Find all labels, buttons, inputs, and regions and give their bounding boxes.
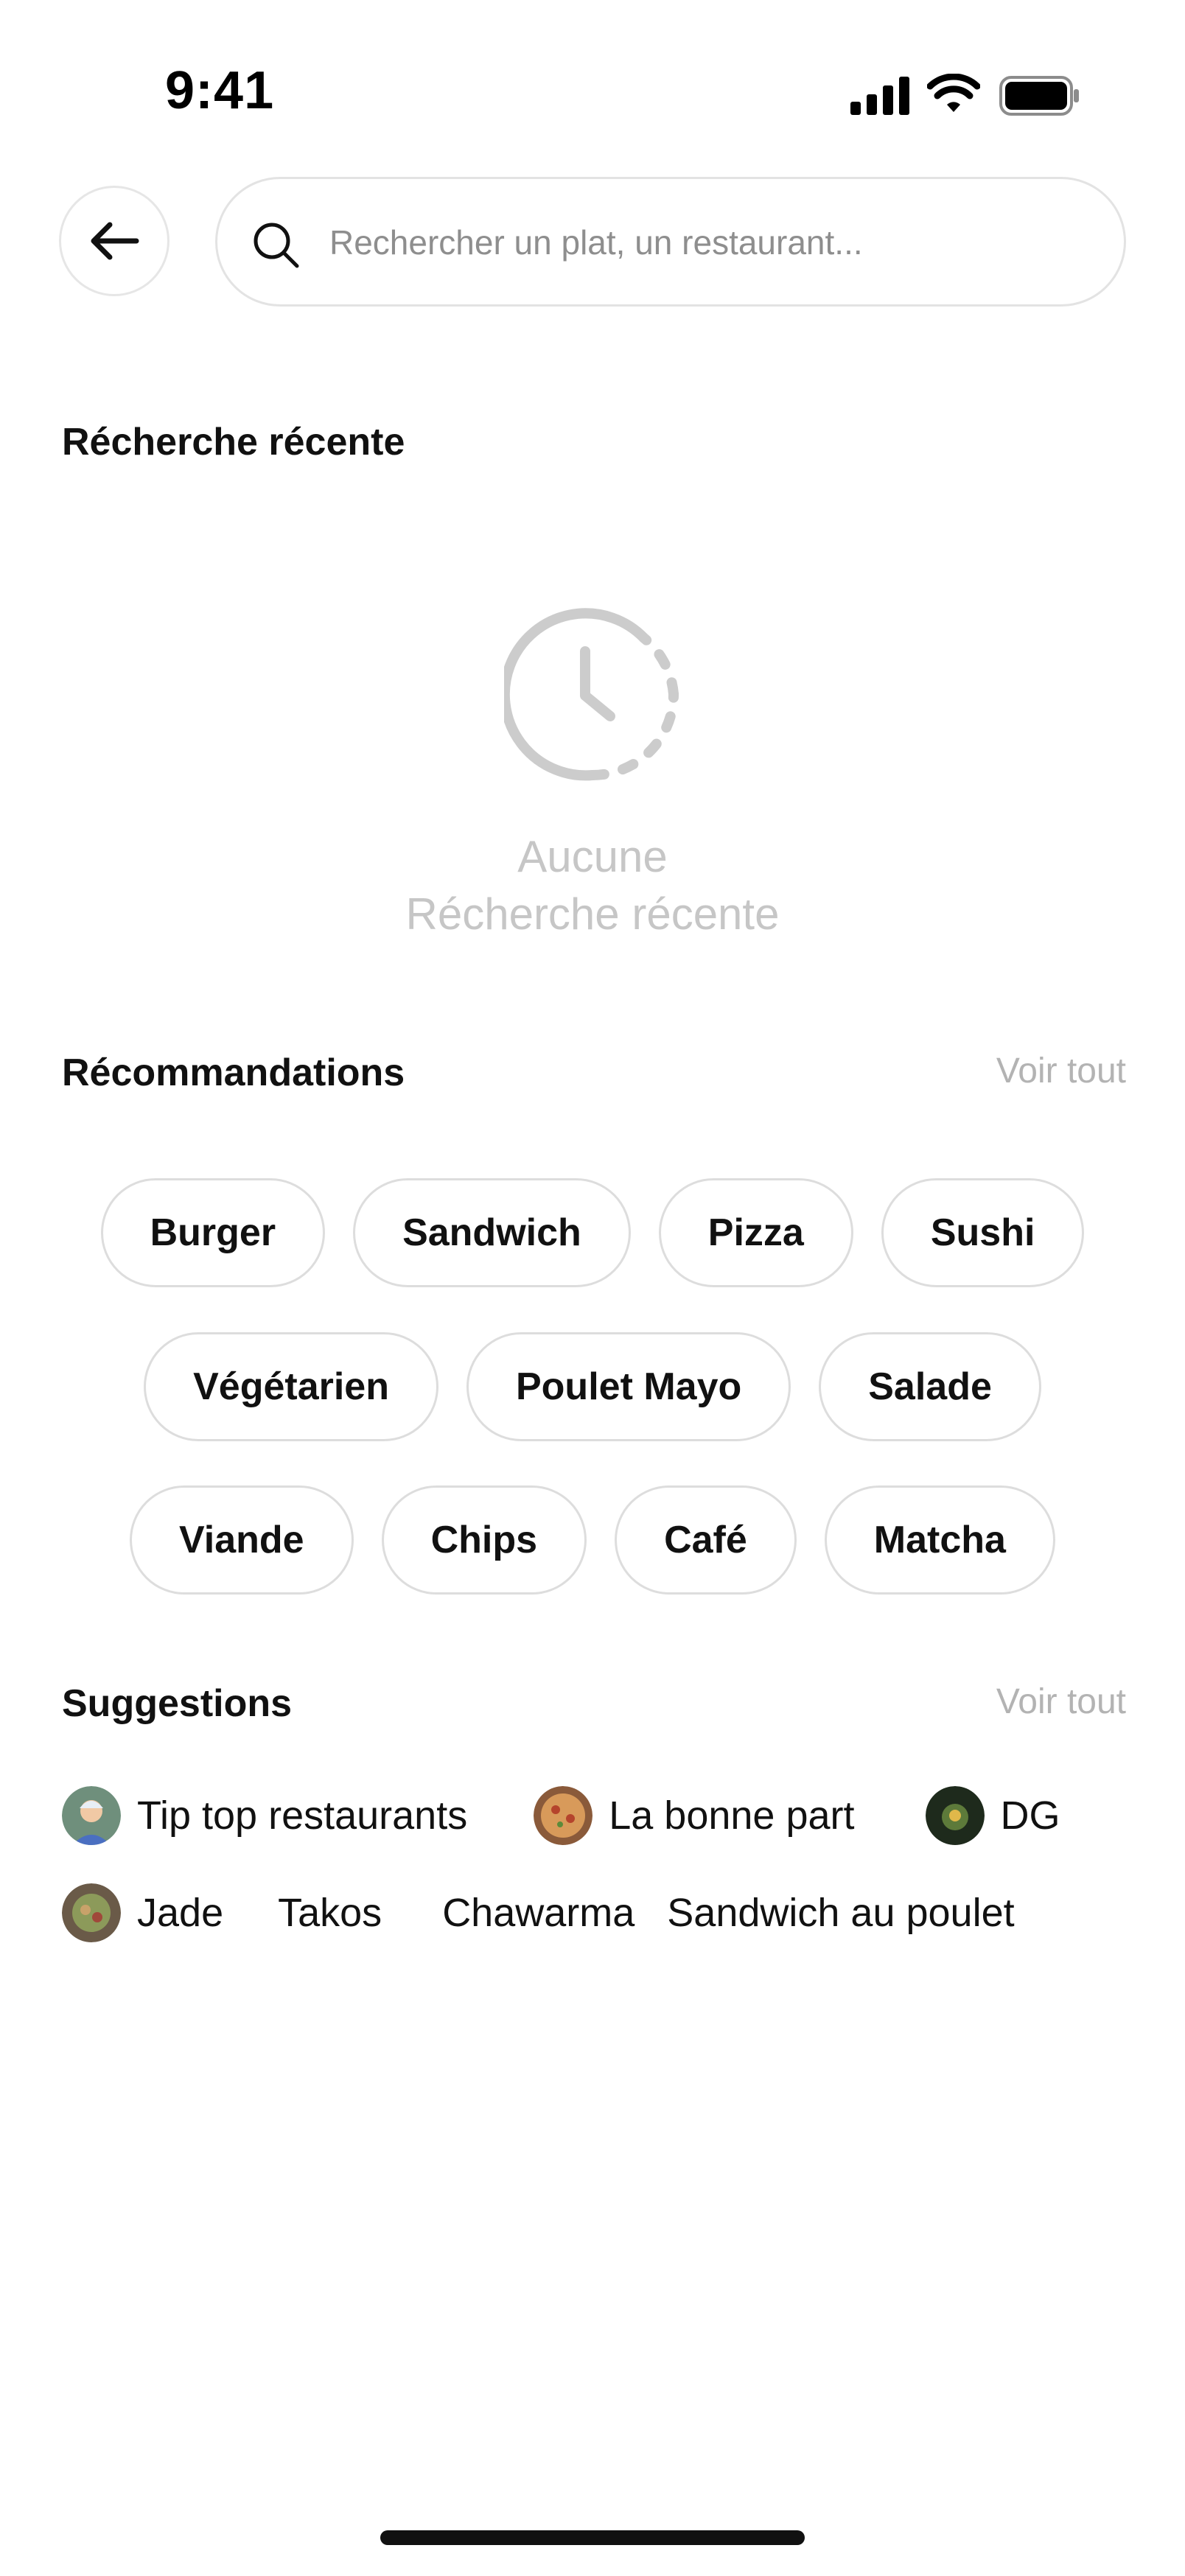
- suggestion-item[interactable]: Tip top restaurants: [62, 1786, 467, 1845]
- chip-row-3: Viande Chips Café Matcha: [0, 1485, 1185, 1595]
- suggestion-label: Sandwich au poulet: [667, 1891, 1015, 1935]
- search-icon: [254, 223, 299, 268]
- chip-viande[interactable]: Viande: [130, 1485, 354, 1595]
- user-avatar-icon: [62, 1786, 121, 1845]
- suggestion-item[interactable]: Takos: [278, 1890, 382, 1936]
- suggestion-item[interactable]: Jade: [62, 1883, 223, 1942]
- arrow-left-icon: [91, 222, 139, 260]
- chip-matcha[interactable]: Matcha: [824, 1485, 1055, 1595]
- dish-avatar-icon: [925, 1786, 985, 1845]
- suggestion-label: Takos: [278, 1891, 382, 1935]
- suggestions-row-1: Tip top restaurants La bonne part DG: [62, 1786, 1060, 1845]
- chip-row-2: Végétarien Poulet Mayo Salade: [0, 1332, 1185, 1441]
- empty-state-line2: Récherche récente: [405, 889, 780, 939]
- suggestions-title: Suggestions: [62, 1682, 293, 1725]
- chip-row-1: Burger Sandwich Pizza Sushi: [0, 1178, 1185, 1287]
- battery-icon: [999, 76, 1079, 116]
- suggestion-item[interactable]: Sandwich au poulet: [667, 1890, 1014, 1936]
- empty-state-line1: Aucune: [517, 832, 668, 881]
- status-time: 9:41: [165, 61, 275, 120]
- chip-salade[interactable]: Salade: [819, 1332, 1041, 1441]
- search-bar[interactable]: [215, 177, 1126, 307]
- suggestions-row-2: Jade Takos Chawarma Sandwich au poulet: [62, 1883, 1015, 1942]
- suggestion-label: Jade: [137, 1891, 224, 1935]
- search-input[interactable]: [328, 209, 1097, 276]
- chip-sushi[interactable]: Sushi: [881, 1178, 1085, 1287]
- pizza-avatar-icon: [534, 1786, 593, 1845]
- chip-burger[interactable]: Burger: [100, 1178, 326, 1287]
- chip-pizza[interactable]: Pizza: [658, 1178, 853, 1287]
- suggestion-item[interactable]: La bonne part: [534, 1786, 855, 1845]
- status-bar: 9:41: [0, 0, 1185, 147]
- history-clock-icon: [504, 608, 679, 781]
- suggestion-item[interactable]: DG: [925, 1786, 1060, 1845]
- suggestion-item[interactable]: Chawarma: [442, 1890, 635, 1936]
- suggestion-label: DG: [1000, 1793, 1060, 1838]
- chip-chips[interactable]: Chips: [381, 1485, 587, 1595]
- chip-vegetarien[interactable]: Végétarien: [144, 1332, 438, 1441]
- cellular-signal-icon: [850, 77, 909, 115]
- home-indicator: [380, 2530, 805, 2545]
- suggestion-label: Tip top restaurants: [137, 1793, 468, 1838]
- recommendations-see-all-link[interactable]: Voir tout: [996, 1051, 1126, 1091]
- suggestion-label: La bonne part: [609, 1793, 855, 1838]
- recent-searches-title: Récherche récente: [62, 421, 405, 463]
- back-button[interactable]: [59, 186, 169, 296]
- recommendations-title: Récommandations: [62, 1051, 405, 1094]
- chip-sandwich[interactable]: Sandwich: [353, 1178, 631, 1287]
- food-avatar-icon: [62, 1883, 121, 1942]
- chip-poulet-mayo[interactable]: Poulet Mayo: [466, 1332, 791, 1441]
- chip-cafe[interactable]: Café: [615, 1485, 797, 1595]
- suggestions-see-all-link[interactable]: Voir tout: [996, 1681, 1126, 1722]
- suggestion-label: Chawarma: [442, 1891, 635, 1935]
- wifi-icon: [927, 74, 980, 112]
